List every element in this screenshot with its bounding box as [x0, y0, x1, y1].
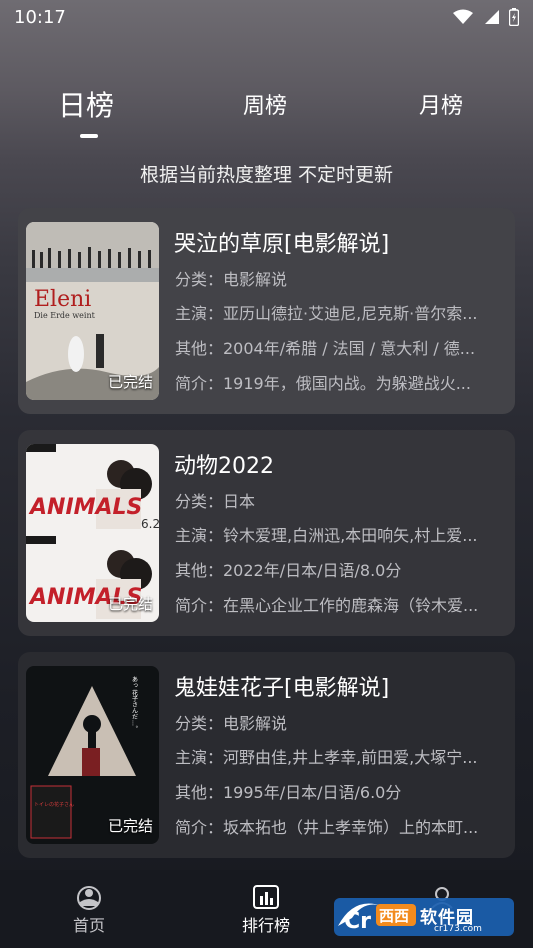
movie-summary: 简介：在黑心企业工作的鹿森海（铃木爱...	[175, 596, 479, 615]
movie-category: 分类：电影解说	[175, 270, 288, 289]
battery-icon	[509, 8, 519, 26]
movie-category: 分类：日本	[175, 492, 256, 511]
movie-category: 分类：电影解说	[175, 714, 288, 733]
active-tab-indicator	[80, 134, 98, 138]
status-time: 10:17	[14, 7, 66, 28]
nav-home[interactable]: 首页	[49, 884, 129, 936]
tab-weekly[interactable]: 周榜	[243, 88, 287, 120]
poster-date-text: 6.2	[141, 517, 159, 531]
movie-cast: 主演：铃木爱理,白洲迅,本田响矢,村上爱...	[175, 526, 478, 545]
watermark-url: cr173.com	[434, 924, 482, 934]
movie-cast: 主演：河野由佳,井上孝幸,前田爱,大塚宁...	[175, 748, 478, 767]
movie-title: 动物2022	[174, 454, 274, 479]
status-badge: 已完结	[107, 373, 153, 391]
wifi-icon	[453, 9, 473, 24]
status-bar: 10:17	[0, 0, 533, 36]
status-icons	[453, 8, 519, 26]
movie-card[interactable]: Eleni Die Erde weint 已完结 哭泣的草原[电影解说] 分类：…	[18, 208, 515, 414]
movie-title: 哭泣的草原[电影解说]	[174, 232, 390, 257]
nav-ranking-label: 排行榜	[241, 916, 290, 935]
poster-title-text: Eleni	[34, 287, 91, 312]
movie-poster: Eleni Die Erde weint 已完结	[26, 222, 159, 400]
ranking-icon	[253, 885, 279, 909]
movie-other: 其他：1995年/日本/日语/6.0分	[175, 783, 402, 802]
ranking-subtitle: 根据当前热度整理 不定时更新	[139, 164, 394, 186]
movie-title: 鬼娃娃花子[电影解说]	[174, 676, 390, 701]
tab-daily[interactable]: 日榜	[58, 84, 114, 124]
movie-card[interactable]: トイレの花子さん あっ 花子さんだ…。 已完结 鬼娃娃花子[电影解说] 分类：电…	[18, 652, 515, 858]
movie-poster: トイレの花子さん あっ 花子さんだ…。 已完结	[26, 666, 159, 844]
movie-card[interactable]: ANIMALS ANIMALS 6.2 已完结 动物2022 分类：日本 主演：…	[18, 430, 515, 636]
watermark-logo: Cr 西西 软件园 cr173.com	[334, 896, 514, 938]
nav-home-label: 首页	[72, 916, 105, 935]
tab-monthly[interactable]: 月榜	[419, 88, 463, 120]
poster-subtitle-text: あっ 花子さんだ…。	[131, 676, 138, 732]
movie-other: 其他：2004年/希腊 / 法国 / 意大利 / 德...	[175, 339, 476, 358]
movie-cast: 主演：亚历山德拉·艾迪尼,尼克斯·普尔索...	[175, 304, 478, 323]
movie-other: 其他：2022年/日本/日语/8.0分	[175, 561, 402, 580]
ranking-tabs: 日榜 周榜 月榜	[0, 88, 533, 148]
poster-title-text: トイレの花子さん	[34, 801, 74, 808]
movie-poster: ANIMALS ANIMALS 6.2 已完结	[26, 444, 159, 622]
poster-subtitle-text: Die Erde weint	[34, 311, 96, 320]
poster-title-text: ANIMALS	[28, 495, 142, 520]
nav-ranking[interactable]: 排行榜	[226, 884, 306, 936]
watermark-prefix: 西西	[379, 907, 409, 925]
status-badge: 已完结	[107, 595, 153, 613]
movie-summary: 简介：坂本拓也（井上孝幸饰）上的本町...	[175, 818, 479, 837]
home-icon	[77, 886, 101, 910]
signal-icon	[485, 10, 499, 24]
status-badge: 已完结	[107, 817, 153, 835]
svg-text:Cr: Cr	[344, 909, 371, 934]
movie-summary: 简介：1919年，俄国内战。为躲避战火...	[175, 374, 471, 393]
